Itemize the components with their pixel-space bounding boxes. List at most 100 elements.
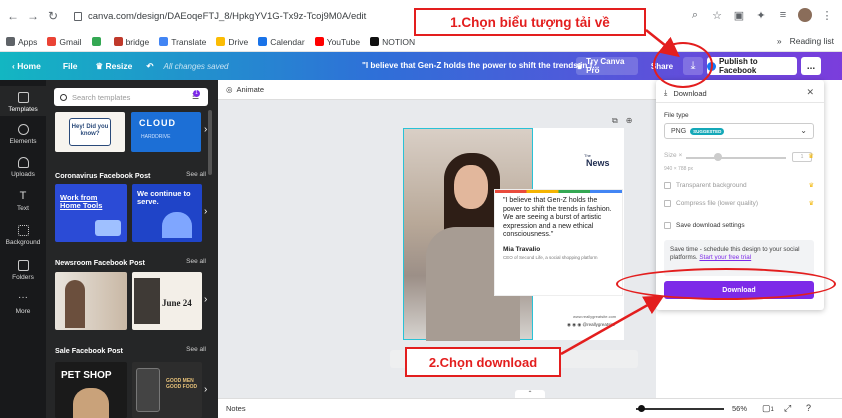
option-label: Save download settings — [676, 222, 745, 229]
puzzle-icon[interactable]: ✦ — [754, 8, 768, 22]
fullscreen-icon[interactable]: ⤢ — [784, 403, 791, 414]
compress-file-option[interactable]: Compress file (lower quality) ♛ — [664, 200, 814, 207]
bookmark-youtube[interactable]: YouTube — [314, 36, 361, 47]
see-all-link[interactable]: See all — [186, 258, 206, 265]
template-thumb-good-food[interactable]: GOOD MEN GOOD FOOD — [132, 362, 202, 418]
animate-button[interactable]: ◎ Animate — [218, 80, 656, 100]
side-rail: Templates Elements Uploads T Text Backgro… — [0, 80, 46, 418]
see-all-link[interactable]: See all — [186, 171, 206, 178]
quote-box[interactable]: "I believe that Gen-Z holds the power to… — [495, 190, 622, 295]
size-slider[interactable] — [686, 157, 786, 159]
save-settings-option[interactable]: Save download settings — [664, 222, 814, 229]
bookmark-apps[interactable]: Apps — [6, 37, 37, 47]
bookmark-label: NOTION — [382, 36, 416, 47]
scroll-right-icon[interactable]: › — [204, 384, 207, 395]
star-icon[interactable]: ☆ — [710, 8, 724, 22]
template-thumb-work-from-home[interactable]: Work from Home Tools — [55, 184, 127, 242]
checkbox[interactable] — [664, 200, 671, 207]
page-count-icon[interactable]: ▢1 — [762, 403, 774, 414]
design-artboard[interactable]: The News "I believe that Gen-Z holds the… — [403, 128, 624, 341]
resize-button[interactable]: ♛ Resize — [95, 61, 132, 72]
download-icon: ⤓ — [664, 88, 668, 97]
try-canva-pro-button[interactable]: ♛ Try Canva Pro — [576, 57, 638, 75]
laptop-illustration — [95, 220, 121, 236]
section-title: Sale Facebook Post — [55, 346, 123, 355]
elements-icon — [17, 124, 29, 135]
bookmark-notion[interactable]: NOTION — [370, 37, 415, 47]
file-type-select[interactable]: PNG SUGGESTED ⌄ — [664, 123, 814, 139]
annotation-step-1: 1.Chọn biểu tượng tải về — [414, 8, 646, 36]
checkbox[interactable] — [664, 182, 671, 189]
file-menu[interactable]: File — [63, 61, 78, 71]
scroll-right-icon[interactable]: › — [204, 124, 207, 135]
animate-icon: ◎ — [226, 85, 233, 94]
rail-uploads[interactable]: Uploads — [0, 157, 46, 178]
rail-templates[interactable]: Templates — [0, 86, 46, 116]
zoom-slider-handle[interactable] — [638, 405, 645, 412]
bookmark-calendar[interactable]: Calendar — [258, 37, 305, 47]
rail-folders[interactable]: Folders — [0, 260, 46, 281]
extension-icon[interactable]: ▣ — [732, 8, 746, 22]
undo-icon[interactable]: ↶ — [146, 61, 153, 72]
media-icon[interactable]: ≡ — [776, 8, 790, 22]
face-shape — [454, 165, 488, 209]
address-bar[interactable]: canva.com/design/DAEoqeFTJ_8/HpkgYV1G-Tx… — [66, 5, 386, 27]
template-thumb-june-24[interactable]: June 24 — [132, 272, 202, 330]
see-all-link[interactable]: See all — [186, 346, 206, 353]
color-bar — [495, 190, 622, 193]
bookmarks-overflow-icon[interactable]: » — [777, 36, 782, 46]
help-icon[interactable]: ? — [806, 403, 811, 413]
bookmark-maps[interactable] — [91, 37, 104, 46]
crown-icon: ♛ — [808, 153, 814, 160]
home-label: Home — [17, 61, 41, 71]
template-thumb-we-continue[interactable]: We continue to serve. — [132, 184, 202, 242]
filter-icon[interactable]: ☰1 — [192, 90, 202, 102]
rail-elements[interactable]: Elements — [0, 122, 46, 145]
forward-icon[interactable]: → — [26, 9, 40, 23]
rail-label: Uploads — [11, 171, 35, 178]
template-thumb-pet-shop[interactable]: PET SHOP — [55, 362, 127, 418]
publish-facebook-button[interactable]: Publish to Facebook — [707, 57, 797, 75]
reload-icon[interactable]: ↻ — [46, 9, 60, 23]
collapse-notes-icon[interactable]: ⌃ — [515, 390, 545, 398]
rail-background[interactable]: Background — [0, 225, 46, 246]
close-icon[interactable]: ✕ — [806, 87, 814, 98]
checkbox[interactable] — [664, 222, 671, 229]
copy-page-icon[interactable]: ⧉ — [612, 116, 618, 126]
thumb-text: We continue to serve. — [137, 189, 191, 206]
bookmark-bridge[interactable]: bridge — [113, 37, 149, 47]
search-templates-input[interactable]: Search templates ☰1 — [54, 88, 208, 106]
rail-text[interactable]: T Text — [0, 190, 46, 213]
bookmark-drive[interactable]: Drive — [216, 37, 248, 47]
back-icon[interactable]: ← — [6, 9, 20, 23]
dog-photo — [73, 388, 109, 418]
reading-list[interactable]: Reading list — [790, 36, 834, 46]
home-button[interactable]: ‹ Home — [12, 61, 41, 71]
rail-more[interactable]: ··· More — [0, 293, 46, 316]
more-options-button[interactable]: ... — [801, 57, 821, 75]
bookmark-label: YouTube — [326, 36, 361, 47]
text-icon: T — [19, 190, 27, 202]
background-icon — [17, 225, 29, 236]
add-page-icon[interactable]: ⊕ — [626, 116, 633, 126]
panel-scrollbar[interactable] — [208, 110, 212, 175]
design-title[interactable]: "I believe that Gen-Z holds the power to… — [362, 61, 599, 70]
person-photo — [134, 278, 160, 324]
free-trial-link[interactable]: Start your free trial — [699, 254, 751, 261]
thumb-text: PET SHOP — [61, 370, 112, 381]
profile-avatar[interactable] — [798, 8, 812, 22]
zoom-value[interactable]: 56% — [732, 404, 747, 413]
size-slider-handle[interactable] — [714, 153, 722, 161]
template-thumb-cloud[interactable]: CLOUD HARDDRIVE — [131, 112, 201, 152]
search-icon[interactable]: ⌕ — [688, 8, 702, 22]
menu-dots-icon[interactable]: ⋮ — [820, 8, 834, 22]
bookmark-gmail[interactable]: Gmail — [47, 37, 82, 47]
scroll-right-icon[interactable]: › — [204, 206, 207, 217]
template-thumb-newsroom-1[interactable] — [55, 272, 127, 330]
template-thumb-did-you-know[interactable]: Hey! Did you know? — [55, 112, 125, 152]
bookmark-translate[interactable]: Translate — [159, 37, 206, 47]
transparent-bg-option[interactable]: Transparent background ♛ — [664, 182, 814, 189]
zoom-slider[interactable] — [636, 408, 724, 410]
notes-button[interactable]: Notes — [226, 404, 246, 413]
scroll-right-icon[interactable]: › — [204, 294, 207, 305]
